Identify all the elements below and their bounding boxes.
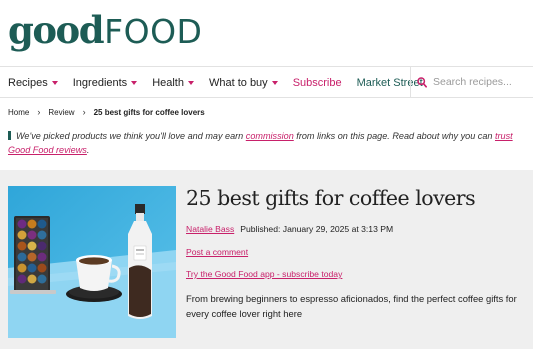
nav-item-subscribe[interactable]: Subscribe bbox=[293, 77, 342, 89]
affiliate-disclosure: We've picked products we think you'll lo… bbox=[8, 129, 528, 157]
breadcrumb-current: 25 best gifts for coffee lovers bbox=[93, 107, 205, 117]
chevron-down-icon bbox=[51, 81, 58, 85]
nav-item-label: Health bbox=[152, 77, 184, 89]
hero-image bbox=[8, 186, 176, 338]
breadcrumb-home[interactable]: Home bbox=[8, 108, 29, 117]
nav-item-what-to-buy[interactable]: What to buy bbox=[209, 77, 278, 89]
breadcrumb-review[interactable]: Review bbox=[48, 108, 74, 117]
app-subscribe-link[interactable]: Try the Good Food app - subscribe today bbox=[186, 269, 342, 279]
chevron-down-icon bbox=[271, 81, 278, 85]
chevron-right-icon: › bbox=[82, 107, 86, 117]
disclosure-text: from links on this page. Read about why … bbox=[293, 131, 495, 141]
author-link[interactable]: Natalie Bass bbox=[186, 224, 234, 234]
published-date: Published: January 29, 2025 at 3:13 PM bbox=[240, 224, 394, 234]
site-logo[interactable]: good FOOD bbox=[8, 8, 203, 52]
nav-item-ingredients[interactable]: Ingredients bbox=[72, 77, 138, 89]
byline: Natalie Bass Published: January 29, 2025 … bbox=[186, 224, 393, 234]
article-summary: From brewing beginners to espresso afici… bbox=[186, 293, 517, 319]
chevron-down-icon bbox=[131, 81, 138, 85]
disclosure-marker bbox=[8, 131, 11, 140]
chevron-right-icon: › bbox=[37, 107, 41, 117]
disclosure-text: We've picked products we think you'll lo… bbox=[16, 131, 246, 141]
commission-link[interactable]: commission bbox=[246, 131, 294, 141]
search-input[interactable] bbox=[433, 76, 531, 88]
search-icon[interactable] bbox=[417, 76, 427, 88]
nav-item-label: Recipes bbox=[8, 77, 48, 89]
post-comment-link[interactable]: Post a comment bbox=[186, 247, 248, 257]
chevron-down-icon bbox=[187, 81, 194, 85]
logo-food: FOOD bbox=[104, 12, 203, 51]
nav-item-health[interactable]: Health bbox=[152, 77, 194, 89]
nav-item-label: What to buy bbox=[208, 77, 268, 89]
search-box bbox=[410, 66, 533, 98]
page-title: 25 best gifts for coffee lovers bbox=[186, 186, 476, 210]
logo-good: good bbox=[8, 8, 105, 52]
breadcrumb: Home › Review › 25 best gifts for coffee… bbox=[8, 106, 205, 118]
nav-item-label: Ingredients bbox=[72, 77, 128, 89]
nav-item-recipes[interactable]: Recipes bbox=[8, 77, 58, 89]
disclosure-text: . bbox=[86, 145, 90, 155]
